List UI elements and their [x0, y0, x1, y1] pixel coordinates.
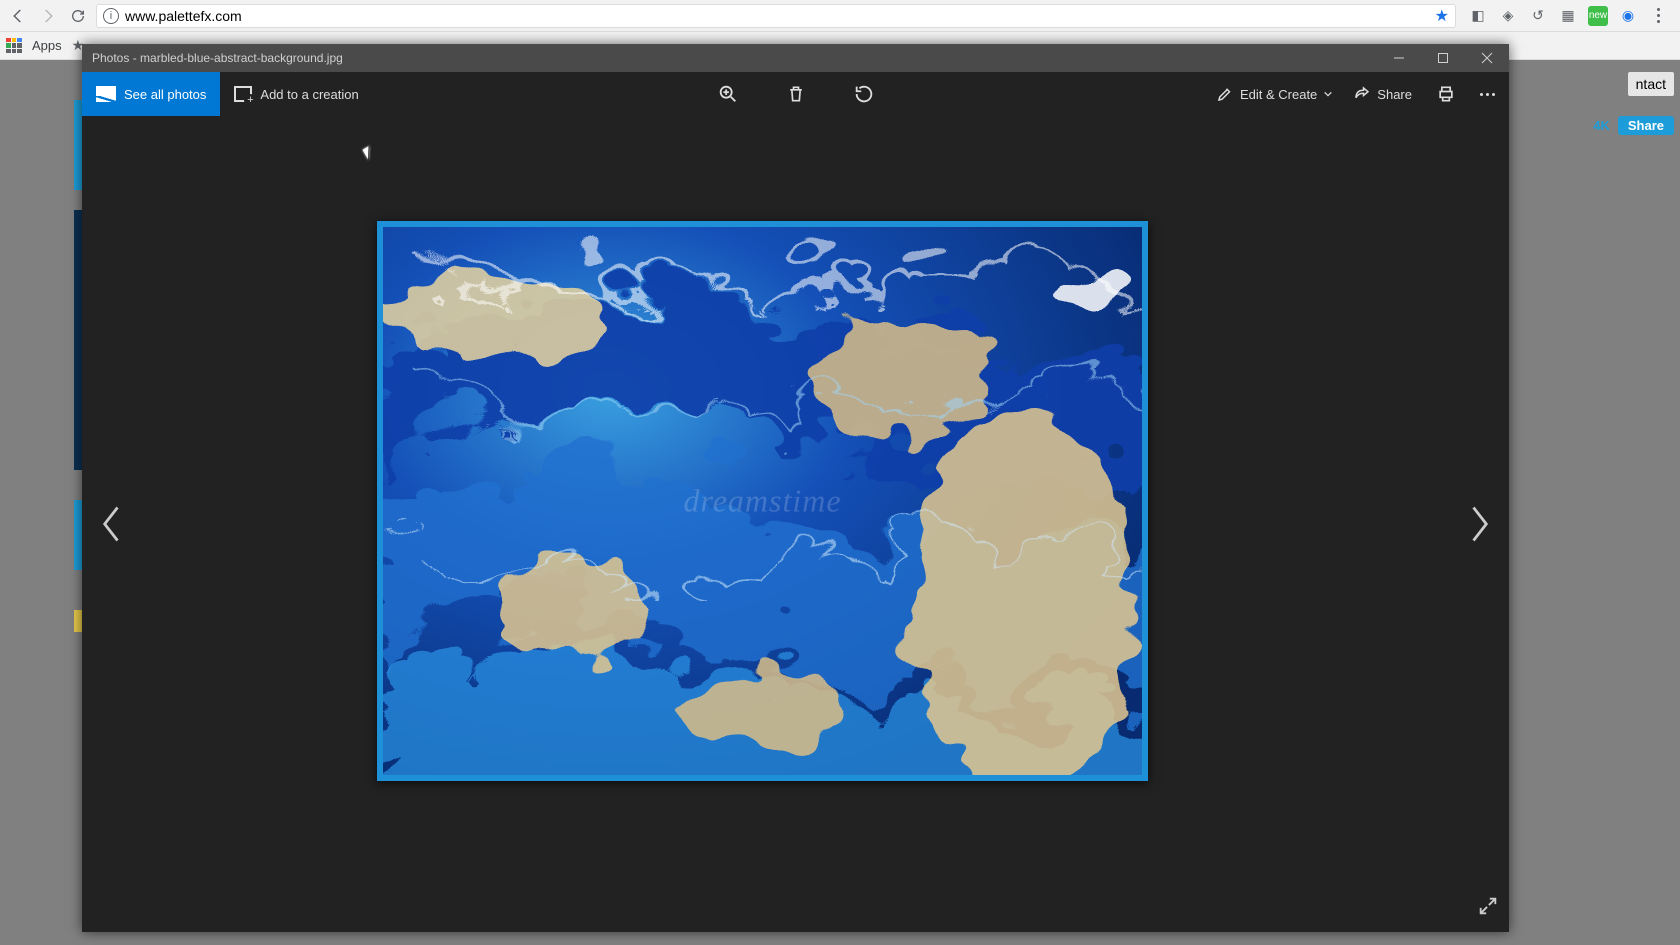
forward-button[interactable]	[36, 4, 60, 28]
extension-icon[interactable]: ↺	[1528, 6, 1548, 26]
minimize-button[interactable]	[1377, 44, 1421, 72]
image-viewer: dreamstime	[82, 116, 1509, 932]
delete-button[interactable]	[782, 80, 810, 108]
browser-toolbar: i www.palettefx.com ★ ◧ ◈ ↺ ▦ new ◉	[0, 0, 1680, 32]
url-text: www.palettefx.com	[125, 8, 242, 24]
window-titlebar[interactable]: Photos - marbled-blue-abstract-backgroun…	[82, 44, 1509, 72]
close-button[interactable]	[1465, 44, 1509, 72]
share-icon	[1353, 85, 1371, 103]
add-to-creation-button[interactable]: Add to a creation	[220, 86, 372, 102]
chrome-menu-button[interactable]	[1648, 8, 1668, 23]
bookmark-star-icon[interactable]: ★	[1435, 6, 1449, 26]
extension-icon[interactable]: ▦	[1558, 6, 1578, 26]
extension-icon[interactable]: new	[1588, 6, 1608, 26]
see-all-label: See all photos	[124, 87, 206, 102]
displayed-image[interactable]: dreamstime	[377, 221, 1148, 781]
photos-app-window: Photos - marbled-blue-abstract-backgroun…	[82, 44, 1509, 932]
share-label: Share	[1377, 87, 1412, 102]
edit-create-label: Edit & Create	[1240, 87, 1317, 102]
print-button[interactable]	[1432, 80, 1460, 108]
site-info-icon[interactable]: i	[103, 8, 119, 24]
add-creation-label: Add to a creation	[260, 87, 358, 102]
edit-icon	[1216, 85, 1234, 103]
previous-image-button[interactable]	[92, 494, 132, 554]
creation-icon	[234, 86, 252, 102]
apps-label[interactable]: Apps	[32, 38, 62, 53]
page-share-button[interactable]: Share	[1618, 116, 1674, 135]
address-bar[interactable]: i www.palettefx.com ★	[96, 4, 1456, 28]
share-button[interactable]: Share	[1353, 85, 1412, 103]
rotate-button[interactable]	[850, 80, 878, 108]
photo-icon	[96, 86, 116, 102]
more-button[interactable]	[1480, 93, 1495, 96]
page-nav-partial[interactable]: ntact	[1628, 72, 1674, 96]
back-button[interactable]	[6, 4, 30, 28]
chevron-down-icon	[1323, 89, 1333, 99]
reload-button[interactable]	[66, 4, 90, 28]
window-title: Photos - marbled-blue-abstract-backgroun…	[92, 51, 343, 65]
apps-icon[interactable]	[6, 38, 22, 54]
extension-icon[interactable]: ◉	[1618, 6, 1638, 26]
next-image-button[interactable]	[1459, 494, 1499, 554]
fullscreen-button[interactable]	[1477, 895, 1499, 922]
maximize-button[interactable]	[1421, 44, 1465, 72]
page-4k-label[interactable]: 4K	[1593, 118, 1610, 133]
extension-icon[interactable]: ◈	[1498, 6, 1518, 26]
page-right-strip: ntact	[1590, 68, 1680, 118]
extension-icon[interactable]: ◧	[1468, 6, 1488, 26]
extensions-area: ◧ ◈ ↺ ▦ new ◉	[1462, 6, 1674, 26]
photos-toolbar: See all photos Add to a creation Edit & …	[82, 72, 1509, 116]
zoom-button[interactable]	[714, 80, 742, 108]
see-all-photos-button[interactable]: See all photos	[82, 72, 220, 116]
edit-create-button[interactable]: Edit & Create	[1216, 85, 1333, 103]
